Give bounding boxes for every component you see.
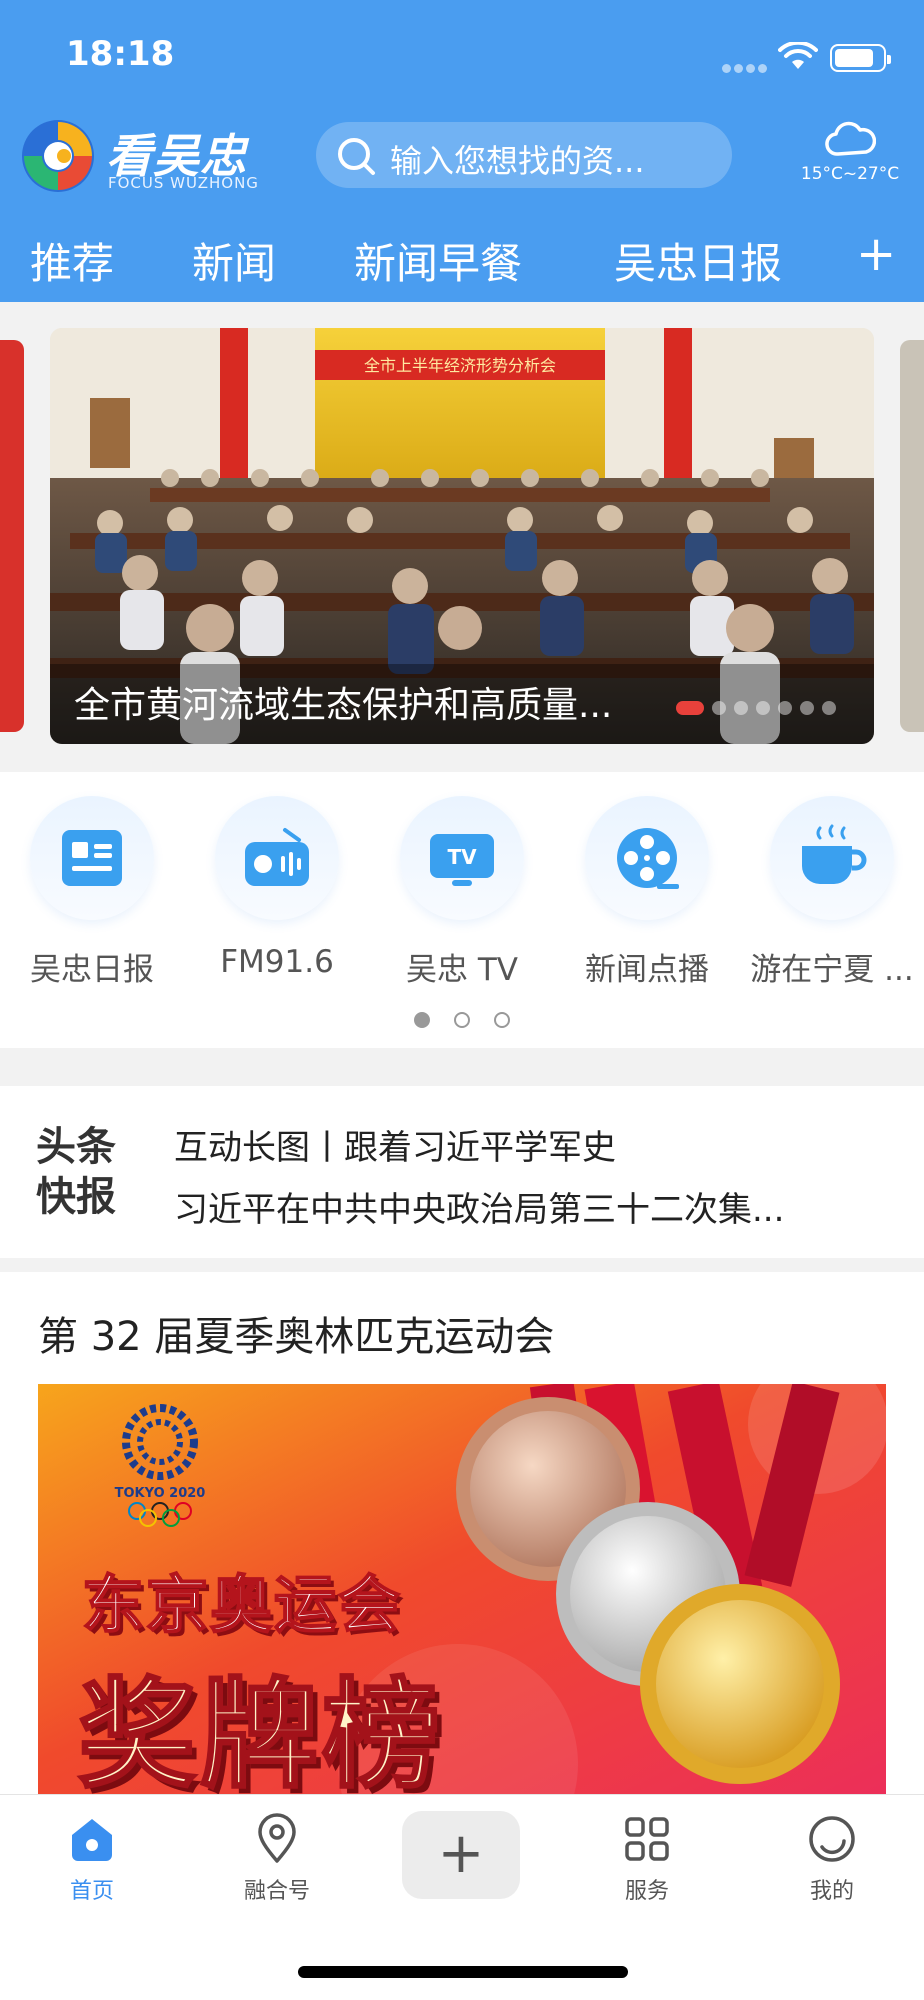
- shortcut-label: FM91.6: [220, 944, 334, 980]
- shortcut-fm-radio[interactable]: FM91.6: [187, 796, 367, 980]
- location-pin-icon: [258, 1813, 296, 1863]
- tab-news[interactable]: 新闻: [192, 230, 276, 291]
- nav-media-accounts-label: 融合号: [243, 1879, 310, 1904]
- publish-button[interactable]: +: [402, 1811, 520, 1899]
- shortcut-label: 新闻点播: [585, 952, 709, 988]
- cellular-signal-icon: [722, 58, 770, 77]
- shortcut-wuzhong-daily[interactable]: 吴忠日报: [2, 796, 182, 989]
- headlines-logo: 头条 快报: [36, 1122, 136, 1222]
- meeting-banner-text: 全市上半年经济形势分析会: [364, 356, 556, 375]
- wifi-icon: [778, 42, 818, 69]
- logo-subtitle: FOCUS WUZHONG: [108, 174, 259, 192]
- shortcut-label: 吴忠 TV: [406, 952, 518, 988]
- shortcut-label: 吴忠日报: [30, 952, 154, 988]
- tokyo-2020-text: TOKYO 2020: [114, 1486, 206, 1501]
- radio-icon: [245, 828, 309, 886]
- nav-media-accounts[interactable]: 融合号: [207, 1813, 347, 1905]
- status-bar: 18:18: [0, 0, 924, 110]
- tv-icon-text: TV: [447, 845, 477, 869]
- shortcut-label: 游在宁夏 ...: [750, 952, 914, 988]
- nav-home-label: 首页: [69, 1879, 114, 1904]
- carousel-indicator: [668, 697, 836, 716]
- channel-tabs: 推荐 新闻 新闻早餐 吴忠日报 +: [0, 218, 924, 302]
- feature-title: 第 32 届夏季奥林匹克运动会: [38, 1314, 555, 1360]
- tokyo-2020-emblem: TOKYO 2020: [112, 1402, 208, 1531]
- cloud-icon: [825, 121, 876, 156]
- feature-image-title: 奖牌榜: [76, 1665, 445, 1801]
- shortcut-news-on-demand[interactable]: 新闻点播: [557, 796, 737, 989]
- tab-news-breakfast[interactable]: 新闻早餐: [354, 230, 522, 291]
- carousel-prev-slide[interactable]: [0, 340, 24, 732]
- tab-wuzhong-daily[interactable]: 吴忠日报: [614, 230, 782, 291]
- nav-services-label: 服务: [624, 1879, 669, 1904]
- search-bar[interactable]: 输入您想找的资...: [316, 122, 732, 188]
- shortcut-page-indicator: [0, 1012, 924, 1032]
- coffee-cup-icon: [802, 824, 867, 884]
- feature-image-heading: 东京奥运会: [81, 1567, 403, 1642]
- film-reel-icon: [617, 828, 679, 889]
- nav-services[interactable]: 服务: [577, 1813, 717, 1905]
- shortcut-wuzhong-tv[interactable]: TV 吴忠 TV: [372, 796, 552, 989]
- nav-profile[interactable]: 我的: [762, 1813, 902, 1905]
- carousel-next-slide[interactable]: [900, 340, 924, 732]
- newspaper-icon: [62, 830, 122, 886]
- weather-temperature: 15°C~27°C: [800, 164, 900, 184]
- headlines-logo-line2: 快报: [36, 1174, 116, 1220]
- feature-card[interactable]: 第 32 届夏季奥林匹克运动会 TOKYO 2020 东京奥运会 奖牌榜: [0, 1272, 924, 1800]
- shortcut-panel: 吴忠日报 FM91.6 TV 吴忠 TV 新闻点播 游在宁夏 ...: [0, 772, 924, 1048]
- banner-caption: 全市黄河流域生态保护和高质量...: [74, 685, 613, 726]
- search-icon: [338, 138, 375, 175]
- add-channel-button[interactable]: +: [856, 226, 896, 282]
- headline-item[interactable]: 习近平在中共中央政治局第三十二次集...: [174, 1182, 864, 1231]
- weather-widget[interactable]: 15°C~27°C: [790, 120, 910, 200]
- tab-recommend[interactable]: 推荐: [30, 230, 114, 291]
- app-logo[interactable]: 看吴忠 FOCUS WUZHONG: [20, 118, 280, 198]
- home-indicator[interactable]: [298, 1966, 628, 1978]
- nav-profile-label: 我的: [809, 1879, 854, 1904]
- grid-icon: [625, 1817, 669, 1861]
- olympic-rings-icon: [128, 1502, 192, 1527]
- logo-mark-icon: [22, 120, 94, 192]
- olympics-medal-banner[interactable]: TOKYO 2020 东京奥运会 奖牌榜: [38, 1384, 886, 1800]
- olympic-emblem-icon: [122, 1404, 198, 1480]
- search-placeholder: 输入您想找的资...: [390, 142, 645, 180]
- banner-slide[interactable]: 全市上半年经济形势分析会 全市黄河流域生态保护和高质量...: [50, 328, 874, 744]
- app-header: 18:18 看吴忠 FOCUS WUZHONG 输入您想找的资... 15°C~…: [0, 0, 924, 302]
- status-time: 18:18: [66, 34, 175, 74]
- battery-icon: [830, 44, 891, 72]
- tv-icon: TV: [430, 834, 494, 886]
- profile-icon: [809, 1816, 855, 1862]
- home-icon: [72, 1819, 112, 1861]
- shortcut-travel-ningxia[interactable]: 游在宁夏 ...: [742, 796, 922, 989]
- headlines-logo-line1: 头条: [36, 1124, 116, 1170]
- headline-item[interactable]: 互动长图丨跟着习近平学军史: [174, 1120, 864, 1169]
- headlines-ticker: 头条 快报 互动长图丨跟着习近平学军史 习近平在中共中央政治局第三十二次集...: [0, 1086, 924, 1258]
- plus-icon: +: [437, 1821, 485, 1886]
- nav-home[interactable]: 首页: [22, 1813, 162, 1905]
